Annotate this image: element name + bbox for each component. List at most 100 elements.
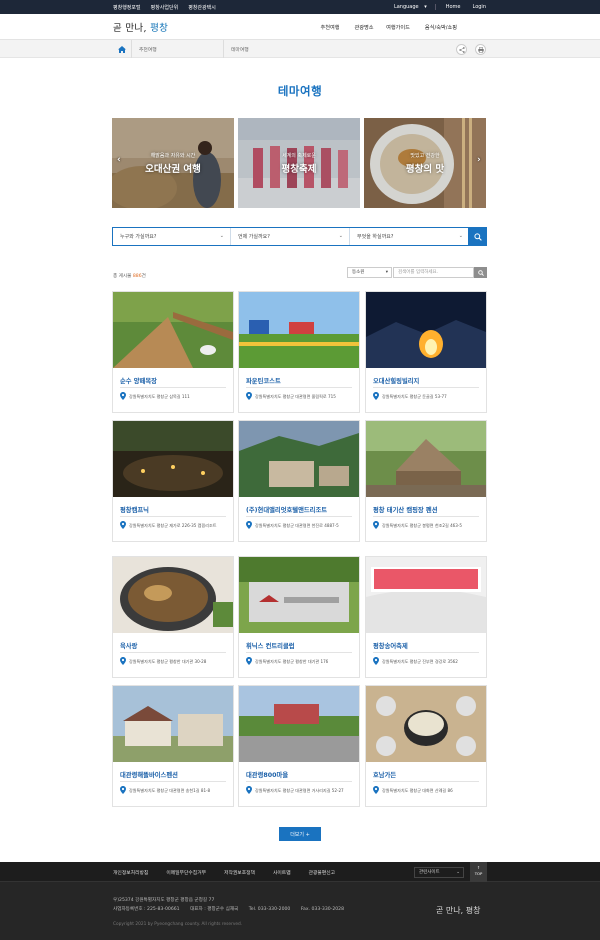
card-address: 강원특별자치도 평창군 재가로 226-35 캠핑리조트 xyxy=(129,523,217,528)
card-address: 강원특별자치도 평창군 평창한 대기관 176 xyxy=(255,659,329,664)
nav-item-attractions[interactable]: 관광명소 xyxy=(347,24,381,31)
card-photo xyxy=(113,421,233,497)
slide-food[interactable]: 맛있고 건강한 평창의 맛 xyxy=(364,118,486,208)
breadcrumb-level-2[interactable]: 테마여행 xyxy=(224,40,249,58)
footer-info: 우)25374 강원특별자치도 평창군 평창읍 군청길 77 사업자등록번호 :… xyxy=(113,896,353,914)
top-link-business[interactable]: 평창사업단위 xyxy=(151,4,179,11)
card-address: 강원특별자치도 평창군 대화면 산례길 86 xyxy=(382,788,453,793)
breadcrumb-home[interactable] xyxy=(113,40,132,58)
theme-card[interactable]: 대관령해뜰바이스펜션 강원특별자치도 평창군 대관령면 송천1길 81-8 xyxy=(112,685,234,807)
search-type-select[interactable]: 등소원 ▾ xyxy=(347,267,392,278)
theme-card[interactable]: (주)현대앨리엇호텔앤드리조트 강원특별자치도 평창군 대관령면 천진로 4887… xyxy=(238,420,360,542)
location-pin-icon xyxy=(246,657,252,665)
theme-card[interactable]: 평창캠프닉 강원특별자치도 평창군 재가로 226-35 캠핑리조트 xyxy=(112,420,234,542)
theme-card[interactable]: 평창 태기산 캠핑장 펜션강원특별자치도 평창군 봉평면 천조2길 463-5 xyxy=(365,420,487,542)
card-title: 평창 태기산 캠핑장 펜션 xyxy=(373,507,438,514)
location-pin-icon xyxy=(246,521,252,529)
slide-title: 오대산권 여행 xyxy=(145,164,201,175)
location-pin-icon xyxy=(373,521,379,529)
footer-link-complaint[interactable]: 관광불편신고 xyxy=(309,869,335,876)
footer-ceo: 대표자 : 평창군수 심재국 xyxy=(190,907,239,912)
card-divider xyxy=(246,652,352,653)
when-select[interactable]: 언제 가실까요? ⌄ xyxy=(231,228,350,245)
card-address: 강원특별자치도 평창군 대관령면 거사리지길 52-27 xyxy=(255,788,344,793)
footer-logo: 곧 만나, 평창 xyxy=(436,906,481,915)
logo-text-accent: 평창 xyxy=(150,23,169,34)
theme-card[interactable]: 육사랑 강원특별자치도 평창군 평창한 대기관 30-28 xyxy=(112,556,234,678)
nav-item-food-stay-shop[interactable]: 음식/숙박/쇼핑 xyxy=(421,24,461,31)
slider-next-button[interactable]: › xyxy=(477,155,481,165)
chevron-down-icon: ⌄ xyxy=(219,233,224,239)
footer-copyright: Copyright 2021 by Pyeongchang county. Al… xyxy=(113,922,243,927)
keyword-input[interactable]: 검색어를 입력하세요. xyxy=(393,267,474,278)
result-count-label: 총 게시물 xyxy=(113,274,132,279)
share-button[interactable] xyxy=(456,44,467,55)
card-title: 휘닉스 컨트리클럽 xyxy=(246,643,295,650)
scroll-top-button[interactable]: ↑ TOP xyxy=(470,862,487,882)
card-photo xyxy=(113,292,233,368)
theme-card[interactable]: 휘닉스 컨트리클럽강원특별자치도 평창군 평창한 대기관 176 xyxy=(238,556,360,678)
card-divider xyxy=(120,781,226,782)
when-select-value: 언제 가실까요? xyxy=(238,234,270,240)
what-select-value: 무엇을 하실까요? xyxy=(357,234,394,240)
theme-card[interactable]: 오대산힐링빌리지 강원특별자치도 평창군 둔골길 53-77 xyxy=(365,291,487,413)
card-divider xyxy=(120,652,226,653)
footer-link-privacy[interactable]: 개인정보처리방침 xyxy=(113,869,148,876)
related-sites-label: 관련사이트 xyxy=(419,870,440,875)
search-icon xyxy=(473,232,482,241)
page-title: 테마여행 xyxy=(277,84,323,98)
theme-card[interactable]: 대관령800마을강원특별자치도 평창군 대관령면 거사리지길 52-27 xyxy=(238,685,360,807)
slide-title: 평창축제 xyxy=(281,164,317,175)
footer-link-email-refusal[interactable]: 이메일무단수집거부 xyxy=(166,869,206,876)
print-button[interactable] xyxy=(475,44,486,55)
breadcrumb-level-1[interactable]: 추천여행 xyxy=(132,40,224,58)
location-pin-icon xyxy=(120,786,126,794)
search-icon xyxy=(477,269,484,276)
footer-link-sitemap[interactable]: 사이트맵 xyxy=(273,869,291,876)
language-selector[interactable]: Language ▾ xyxy=(390,4,436,10)
theme-card[interactable]: 파운틴코스트 강원특별자치도 평창군 대관령면 올림픽로 715 xyxy=(238,291,360,413)
card-title: 대관령800마을 xyxy=(246,772,289,779)
location-pin-icon xyxy=(373,786,379,794)
site-logo[interactable]: 곧 만나, 평창 xyxy=(113,20,168,34)
site-header: 곧 만나, 평창 추천여행 관광명소 여행가이드 음식/숙박/쇼핑 xyxy=(0,14,600,40)
card-photo xyxy=(239,421,359,497)
slider-prev-button[interactable]: ‹ xyxy=(117,155,121,165)
top-link-admin-portal[interactable]: 평창행정포털 xyxy=(113,4,141,11)
top-link-taxi[interactable]: 평창관광택시 xyxy=(188,4,216,11)
more-button[interactable]: 더보기 + xyxy=(279,827,321,841)
card-photo xyxy=(239,686,359,762)
card-photo xyxy=(366,686,486,762)
share-icon xyxy=(458,46,465,53)
arrow-up-icon: ↑ xyxy=(476,865,481,870)
home-icon xyxy=(118,45,126,53)
home-link[interactable]: Home xyxy=(444,4,463,10)
related-sites-select[interactable]: 관련사이트 ⌄ xyxy=(414,867,464,878)
card-photo xyxy=(366,421,486,497)
nav-item-guide[interactable]: 여행가이드 xyxy=(381,24,415,31)
theme-search-bar: 누구와 가실까요? ⌄ 언제 가실까요? ⌄ 무엇을 하실까요? ⌄ xyxy=(112,227,487,246)
card-divider xyxy=(246,781,352,782)
scroll-top-label: TOP xyxy=(474,871,483,876)
keyword-search-button[interactable] xyxy=(474,267,487,278)
theme-card[interactable]: 평창송어축제 강원특별자치도 평창군 진부면 경강로 3562 xyxy=(365,556,487,678)
who-select[interactable]: 누구와 가실까요? ⌄ xyxy=(113,228,231,245)
theme-card[interactable]: 순수 양떼목장 강원특별자치도 평창군 삼목길 111 xyxy=(112,291,234,413)
card-divider xyxy=(373,781,479,782)
card-address: 강원특별자치도 평창군 봉평면 천조2길 463-5 xyxy=(382,523,462,528)
search-button[interactable] xyxy=(468,227,487,246)
chevron-down-icon: ⌄ xyxy=(456,870,460,875)
nav-item-recommended[interactable]: 추천여행 xyxy=(313,24,347,31)
slide-subtitle: 맛있고 건강한 xyxy=(410,153,440,159)
footer-tel: Tel. 033-330-2000 xyxy=(248,907,291,912)
footer-link-copyright[interactable]: 저작권보호정책 xyxy=(224,869,255,876)
what-select[interactable]: 무엇을 하실까요? ⌄ xyxy=(350,228,469,245)
card-address: 강원특별자치도 평창군 평창한 대기관 30-28 xyxy=(129,659,207,664)
login-link[interactable]: Login xyxy=(471,4,489,10)
slide-festival[interactable]: 세계의 축제로운 평창축제 xyxy=(238,118,360,208)
slide-title: 평창의 맛 xyxy=(405,164,445,175)
slide-odaesan[interactable]: 해맑음과 자유와 시간 오대산권 여행 xyxy=(112,118,234,208)
card-address: 강원특별자치도 평창군 대관령면 천진로 4887-5 xyxy=(255,523,339,528)
slide-subtitle: 해맑음과 자유와 시간 xyxy=(150,153,196,159)
theme-card[interactable]: 호남가든 강원특별자치도 평창군 대화면 산례길 86 xyxy=(365,685,487,807)
